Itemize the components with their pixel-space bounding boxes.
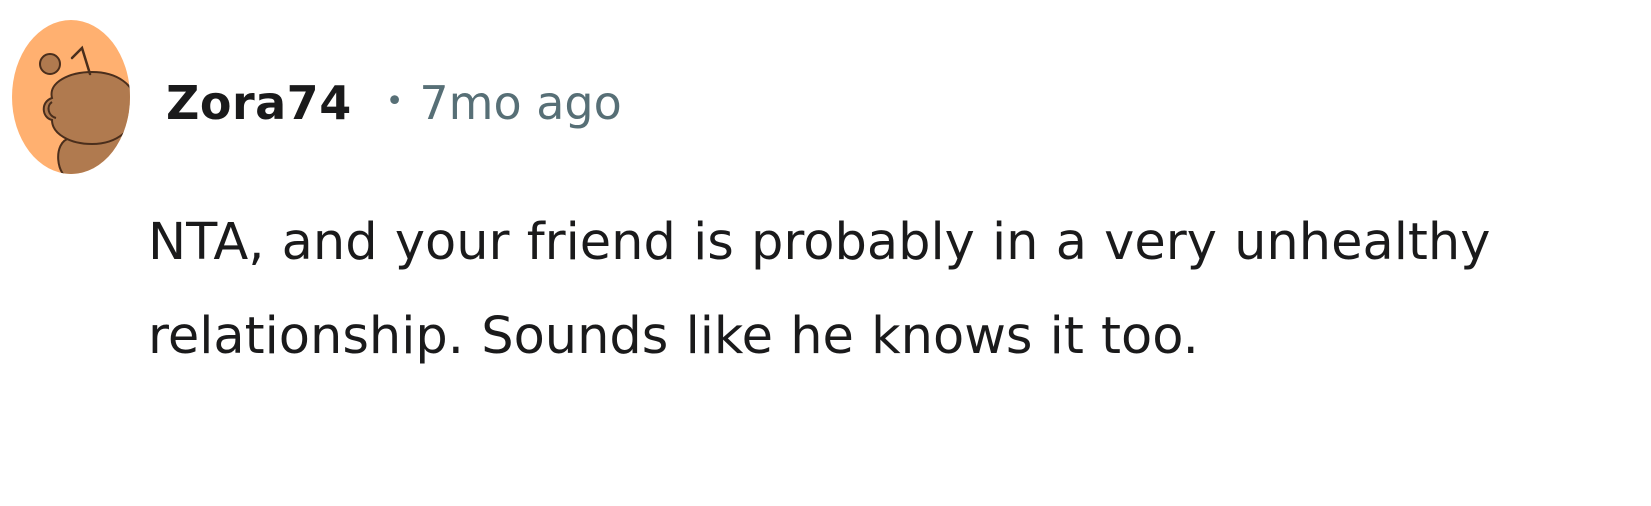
comment-author[interactable]: Zora74 bbox=[166, 76, 352, 130]
comment-body: NTA, and your friend is probably in a ve… bbox=[148, 213, 1491, 366]
comment-meta: Zora74 • 7mo ago bbox=[166, 68, 622, 138]
snoo-avatar-icon bbox=[12, 20, 130, 174]
comment-timestamp[interactable]: 7mo ago bbox=[419, 76, 621, 130]
meta-separator: • bbox=[385, 83, 404, 119]
user-avatar[interactable] bbox=[12, 20, 130, 174]
